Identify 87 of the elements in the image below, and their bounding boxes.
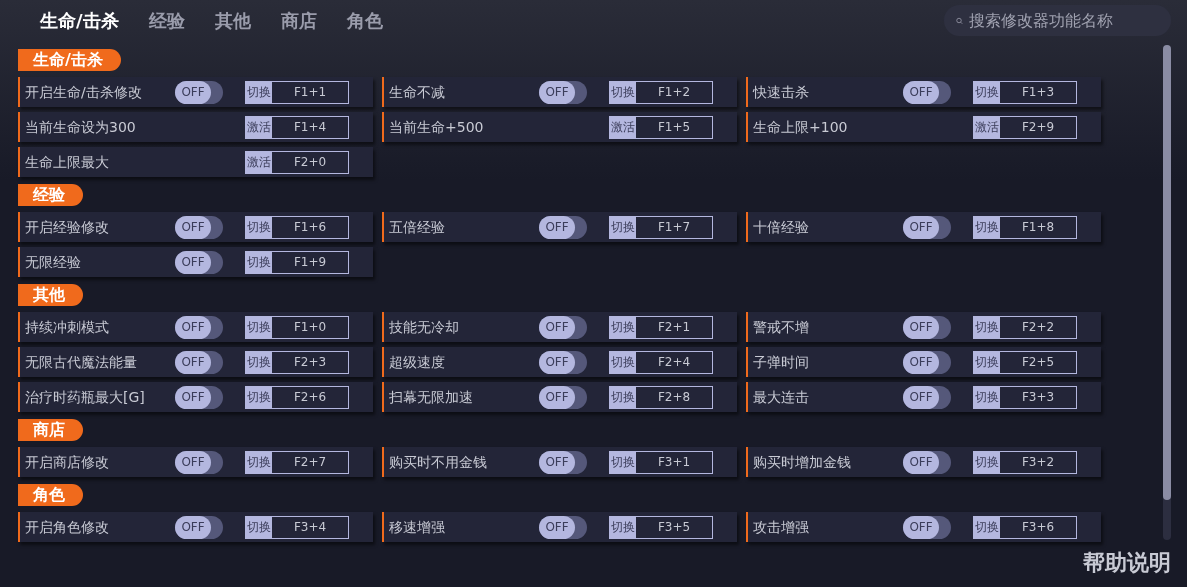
hotkey-button[interactable]: 切换 F3+5: [609, 515, 713, 539]
toggle-switch[interactable]: OFF: [175, 385, 223, 409]
hotkey-button[interactable]: 激活 F1+4: [245, 115, 349, 139]
cheat-label: 五倍经验: [388, 217, 446, 237]
tab[interactable]: 其他: [214, 6, 251, 34]
cheat-label: 子弹时间: [752, 352, 810, 372]
hotkey-button[interactable]: 切换 F2+4: [609, 350, 713, 374]
cheat-label: 攻击增强: [752, 517, 810, 537]
hotkey-button[interactable]: 激活 F2+9: [973, 115, 1077, 139]
hotkey-button[interactable]: 切换 F1+0: [245, 315, 349, 339]
cheat-label: 开启商店修改: [24, 452, 110, 472]
toggle-switch[interactable]: OFF: [903, 450, 951, 474]
toggle-switch[interactable]: OFF: [175, 315, 223, 339]
cheat-label: 开启经验修改: [24, 217, 110, 237]
hotkey-button[interactable]: 激活 F2+0: [245, 150, 349, 174]
scrollbar-thumb[interactable]: [1163, 45, 1171, 500]
cheat-label: 移速增强: [388, 517, 446, 537]
toggle-switch[interactable]: OFF: [903, 350, 951, 374]
cheat-label: 快速击杀: [751, 82, 810, 102]
toggle-switch[interactable]: OFF: [175, 250, 223, 274]
toggle-switch[interactable]: OFF: [175, 80, 223, 104]
cheat-label: 超级速度: [388, 352, 446, 372]
cheat-label: 治疗时药瓶最大[G]: [24, 387, 146, 407]
toggle-switch[interactable]: OFF: [175, 215, 223, 239]
hotkey-button[interactable]: 切换 F3+2: [973, 450, 1077, 474]
cheat-label: 扫幕无限加速: [388, 387, 474, 407]
toggle-switch[interactable]: OFF: [903, 215, 951, 239]
cheat-label: 生命上限最大: [24, 152, 110, 172]
hotkey-button[interactable]: 切换 F2+5: [973, 350, 1077, 374]
cheat-label: 开启生命/击杀修改: [24, 82, 143, 102]
tab[interactable]: 商店: [280, 6, 317, 34]
toggle-switch[interactable]: OFF: [539, 515, 587, 539]
toggle-switch[interactable]: OFF: [903, 315, 951, 339]
hotkey-button[interactable]: 切换 F1+9: [245, 250, 349, 274]
tab[interactable]: 经验: [148, 6, 185, 34]
toggle-switch[interactable]: OFF: [539, 80, 587, 104]
tab[interactable]: 生命/击杀: [40, 6, 119, 34]
toggle-switch[interactable]: OFF: [539, 315, 587, 339]
section-header: 角色: [18, 484, 83, 506]
toggle-switch[interactable]: OFF: [175, 450, 223, 474]
cheat-label: 购买时不用金钱: [388, 452, 488, 472]
cheat-label: 生命上限+100: [752, 117, 849, 137]
tab[interactable]: 角色: [346, 6, 383, 34]
toggle-switch[interactable]: OFF: [903, 385, 951, 409]
cheat-label: 警戒不增: [752, 317, 810, 337]
cheat-label: 当前生命设为300: [24, 117, 137, 137]
cheat-label: 无限古代魔法能量: [24, 352, 138, 372]
toggle-switch[interactable]: OFF: [175, 350, 223, 374]
section-header: 商店: [18, 419, 83, 441]
hotkey-button[interactable]: 切换 F2+8: [609, 385, 713, 409]
hotkey-button[interactable]: 切换 F3+1: [609, 450, 713, 474]
hotkey-button[interactable]: 切换 F2+7: [245, 450, 349, 474]
hotkey-button[interactable]: 切换 F2+6: [245, 385, 349, 409]
cheat-label: 无限经验: [24, 252, 82, 272]
toggle-switch[interactable]: OFF: [539, 350, 587, 374]
help-link[interactable]: 帮助说明: [1083, 546, 1171, 579]
toggle-switch[interactable]: OFF: [539, 450, 587, 474]
toggle-switch[interactable]: OFF: [539, 385, 587, 409]
toggle-switch[interactable]: OFF: [539, 215, 587, 239]
hotkey-button[interactable]: 切换 F1+7: [609, 215, 713, 239]
section-header: 其他: [18, 284, 83, 306]
search-field[interactable]: 搜索修改器功能名称: [944, 5, 1171, 36]
cheat-label: 最大连击: [752, 387, 810, 407]
hotkey-button[interactable]: 切换 F1+6: [245, 215, 349, 239]
hotkey-button[interactable]: 切换 F3+4: [245, 515, 349, 539]
cheat-label: 购买时增加金钱: [752, 452, 852, 472]
section-header: 经验: [18, 184, 83, 206]
hotkey-button[interactable]: 切换 F2+1: [609, 315, 713, 339]
toggle-switch[interactable]: OFF: [175, 515, 223, 539]
toggle-switch[interactable]: OFF: [903, 80, 951, 104]
cheat-label: 开启角色修改: [24, 517, 110, 537]
hotkey-button[interactable]: 切换 F1+1: [245, 80, 349, 104]
toggle-switch[interactable]: OFF: [903, 515, 951, 539]
cheat-label: 生命不减: [388, 82, 446, 102]
hotkey-button[interactable]: 切换 F3+6: [973, 515, 1077, 539]
cheat-label: 十倍经验: [752, 217, 810, 237]
section-header: 生命/击杀: [18, 49, 121, 71]
cheat-label: 当前生命+500: [388, 117, 485, 137]
hotkey-button[interactable]: 切换 F1+3: [973, 80, 1077, 104]
hotkey-button[interactable]: 切换 F1+2: [609, 80, 713, 104]
hotkey-button[interactable]: 切换 F1+8: [973, 215, 1077, 239]
cheat-label: 持续冲刺模式: [24, 317, 110, 337]
hotkey-button[interactable]: 切换 F2+3: [245, 350, 349, 374]
hotkey-button[interactable]: 激活 F1+5: [609, 115, 713, 139]
hotkey-button[interactable]: 切换 F2+2: [973, 315, 1077, 339]
hotkey-button[interactable]: 切换 F3+3: [973, 385, 1077, 409]
cheat-label: 技能无冷却: [388, 317, 460, 337]
